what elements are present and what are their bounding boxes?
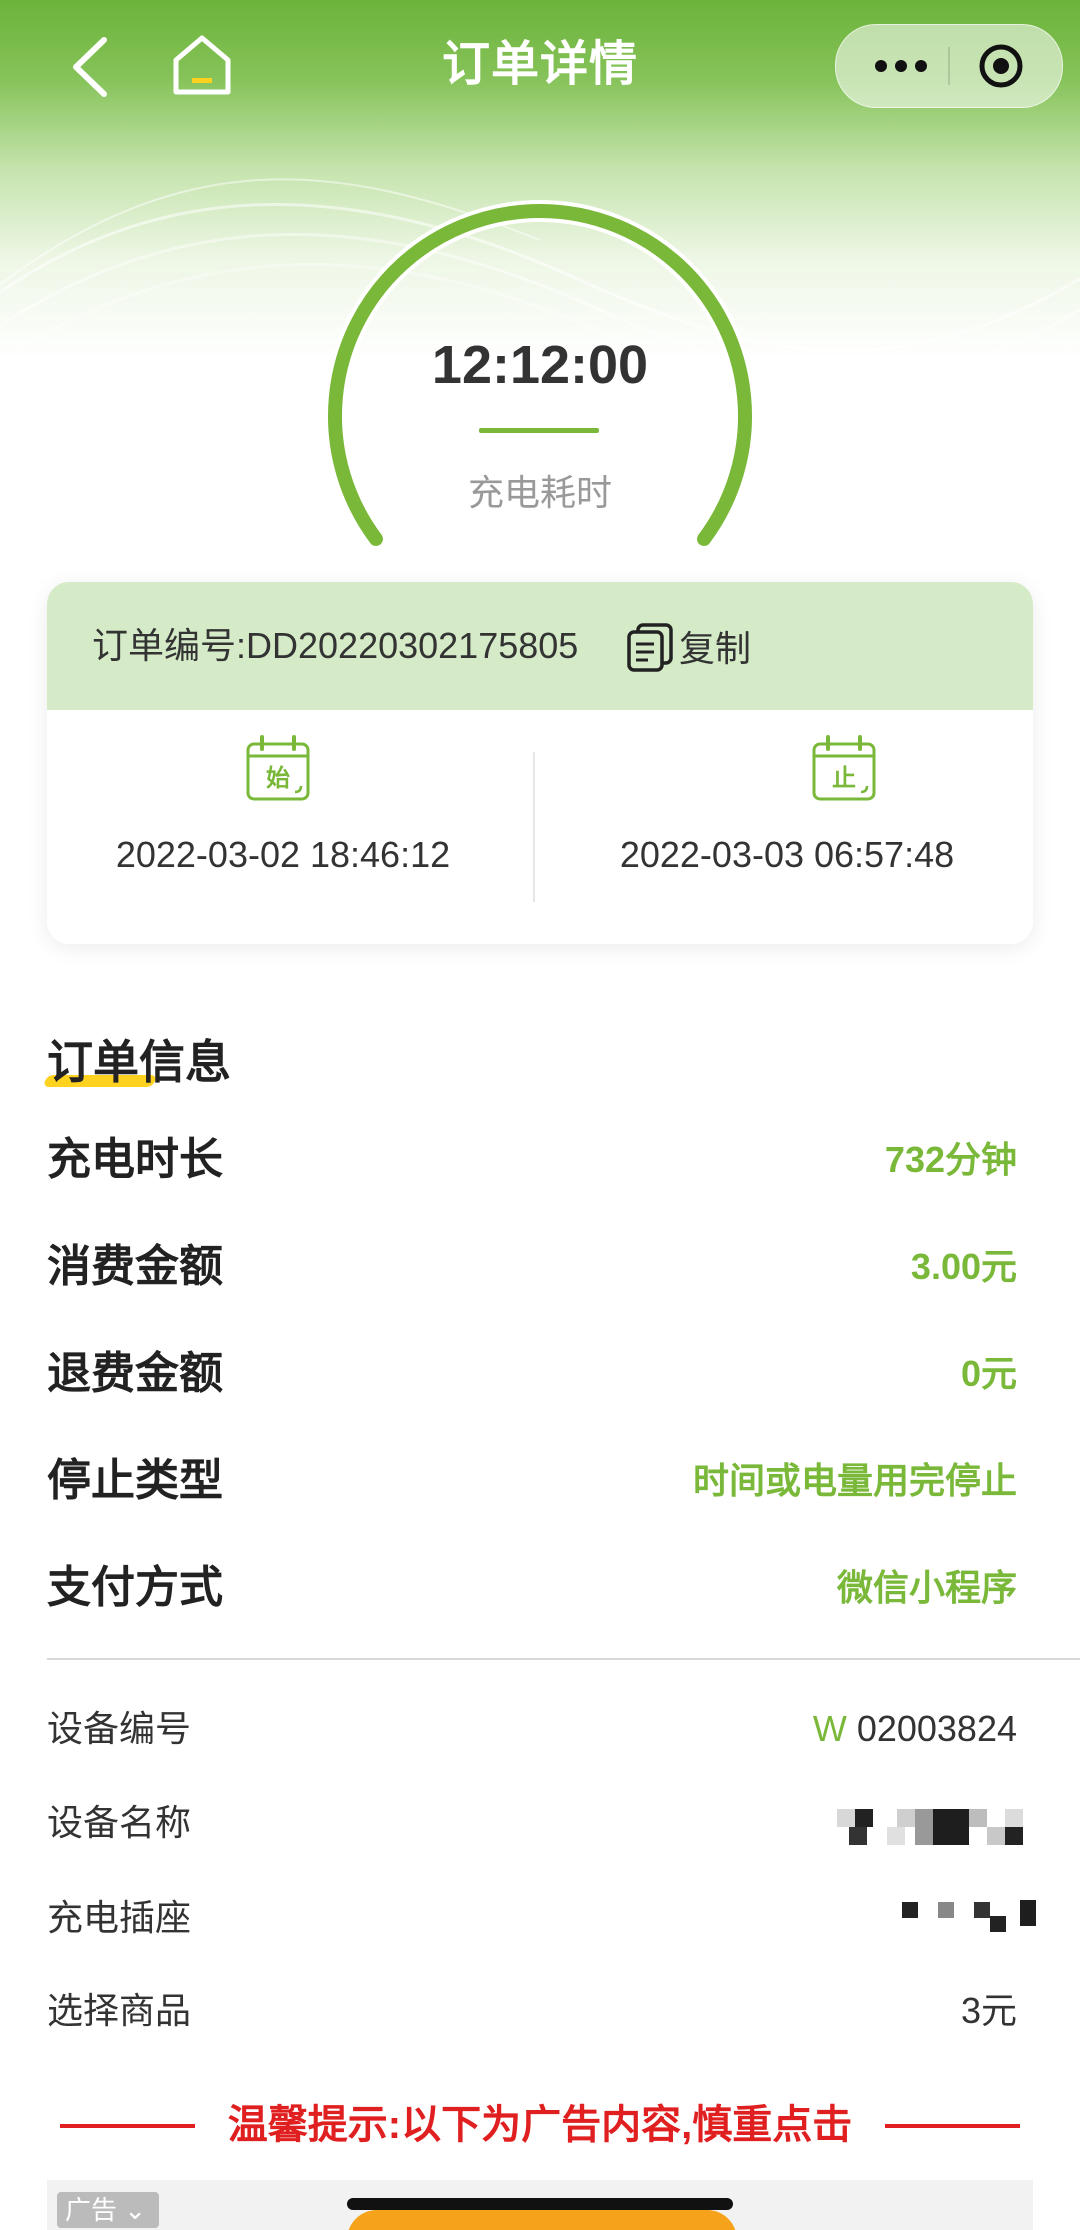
calendar-end-char: 止 bbox=[832, 764, 856, 792]
notice-line-left bbox=[60, 2124, 195, 2128]
device-name-label: 设备名称 bbox=[47, 1802, 192, 1843]
copy-label: 复制 bbox=[679, 628, 752, 669]
product-value: 3元 bbox=[960, 1990, 1017, 2031]
page-title: 订单详情 bbox=[441, 38, 638, 91]
start-time: 2022-03-02 18:46:12 bbox=[115, 834, 451, 875]
info-row-stop-type: 停止类型 时间或电量用完停止 bbox=[47, 1446, 1033, 1516]
charging-socket-label: 充电插座 bbox=[47, 1897, 192, 1938]
device-number-value: W 02003824 bbox=[813, 1697, 1017, 1761]
product-label: 选择商品 bbox=[47, 1990, 192, 2031]
charging-duration-label: 充电耗时 bbox=[467, 472, 612, 513]
start-time-block: 始 2022-03-02 18:46:12 bbox=[47, 710, 539, 944]
section-title: 订单信息 bbox=[47, 1036, 231, 1088]
target-circle-icon[interactable] bbox=[976, 41, 1026, 91]
info-value: 0元 bbox=[960, 1353, 1017, 1394]
mini-program-capsule bbox=[835, 24, 1063, 108]
copy-button[interactable]: 复制 bbox=[625, 622, 785, 672]
redacted-device-name bbox=[837, 1809, 1037, 1845]
order-card: 订单编号:DD20220302175805 复制 始 2022-03-02 18… bbox=[47, 582, 1033, 944]
charging-duration-value: 12:12:00 bbox=[431, 335, 649, 395]
charging-socket-row: 充电插座 bbox=[47, 1886, 1036, 1950]
device-number-prefix: W bbox=[812, 1708, 847, 1749]
order-number-bar: 订单编号:DD20220302175805 复制 bbox=[47, 582, 1033, 710]
redacted-socket-value bbox=[902, 1898, 1037, 1934]
more-dots-icon[interactable] bbox=[866, 41, 936, 91]
info-label: 支付方式 bbox=[47, 1563, 223, 1612]
info-label: 退费金额 bbox=[47, 1349, 223, 1398]
info-row-refund: 退费金额 0元 bbox=[47, 1339, 1033, 1409]
capsule-divider bbox=[948, 47, 950, 85]
info-value: 微信小程序 bbox=[836, 1567, 1017, 1608]
section-divider bbox=[47, 1658, 1080, 1660]
device-name-row: 设备名称 bbox=[47, 1791, 1033, 1855]
device-number: 02003824 bbox=[856, 1708, 1017, 1749]
order-number: 订单编号:DD20220302175805 bbox=[92, 625, 579, 666]
info-row-amount: 消费金额 3.00元 bbox=[47, 1232, 1033, 1302]
calendar-start-char: 始 bbox=[266, 764, 290, 792]
device-number-row: 设备编号 W 02003824 bbox=[47, 1697, 1033, 1761]
product-row: 选择商品 3元 bbox=[47, 1979, 1033, 2043]
ad-action-button[interactable] bbox=[347, 2210, 737, 2230]
time-divider bbox=[533, 752, 535, 902]
info-label: 消费金额 bbox=[47, 1242, 223, 1291]
info-value: 时间或电量用完停止 bbox=[692, 1460, 1017, 1501]
calendar-start-icon: 始 bbox=[246, 735, 310, 801]
info-row-duration: 充电时长 732分钟 bbox=[47, 1125, 1033, 1195]
info-value: 3.00元 bbox=[910, 1246, 1017, 1287]
ad-warning-notice: 温馨提示:以下为广告内容,慎重点击 bbox=[60, 2090, 1020, 2160]
copy-icon bbox=[627, 623, 673, 672]
home-icon[interactable] bbox=[170, 32, 234, 98]
end-time-block: 止 2022-03-03 06:57:48 bbox=[541, 710, 1033, 944]
home-indicator bbox=[347, 2198, 733, 2210]
info-label: 充电时长 bbox=[47, 1135, 223, 1184]
notice-text: 温馨提示:以下为广告内容,慎重点击 bbox=[227, 2103, 853, 2147]
device-number-label: 设备编号 bbox=[47, 1708, 192, 1749]
notice-line-right bbox=[885, 2124, 1020, 2128]
info-label: 停止类型 bbox=[47, 1456, 223, 1505]
gauge-underline bbox=[479, 428, 599, 433]
end-time: 2022-03-03 06:57:48 bbox=[619, 834, 955, 875]
ad-tag[interactable]: 广告 ⌄ bbox=[57, 2192, 159, 2228]
info-value: 732分钟 bbox=[884, 1139, 1017, 1180]
calendar-end-icon: 止 bbox=[812, 735, 876, 801]
chevron-left-icon[interactable] bbox=[62, 34, 122, 100]
info-row-payment: 支付方式 微信小程序 bbox=[47, 1553, 1033, 1623]
